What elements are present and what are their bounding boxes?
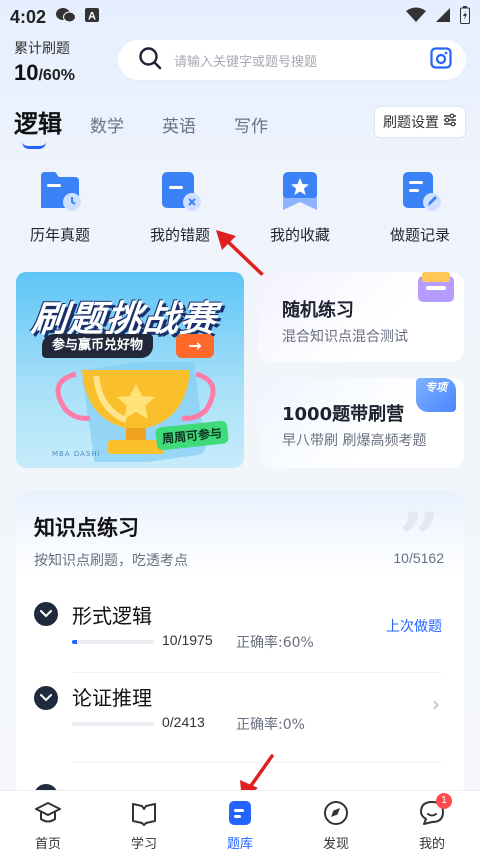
nav-home[interactable]: 首页 xyxy=(8,799,88,852)
nav-label: 题库 xyxy=(226,837,253,852)
quick-history[interactable]: 做题记录 xyxy=(360,168,480,245)
stats-value: 10/60% xyxy=(14,60,75,86)
chevron-right-icon[interactable]: › xyxy=(432,692,440,716)
chevron-down-icon[interactable] xyxy=(34,686,58,710)
chevron-down-icon[interactable] xyxy=(34,602,58,626)
tab-writing[interactable]: 写作 xyxy=(234,112,268,137)
dice-box-icon xyxy=(418,272,454,302)
progress-text: 0/2413 xyxy=(162,714,205,730)
search-icon xyxy=(138,46,162,74)
notification-badge: 1 xyxy=(436,793,452,809)
nav-label: 首页 xyxy=(34,837,61,852)
app-a-icon: A xyxy=(84,7,100,28)
progress-fill xyxy=(72,640,77,644)
card-title: 1000题带刷营 xyxy=(282,404,405,425)
practice-settings-button[interactable]: 刷题设置 xyxy=(374,106,466,138)
nav-question-bank[interactable]: 题库 xyxy=(200,799,280,852)
random-practice-card[interactable]: 随机练习 混合知识点混合测试 xyxy=(258,272,464,362)
nav-label: 发现 xyxy=(322,837,349,852)
chat-face-icon: 1 xyxy=(418,793,452,827)
nav-discover[interactable]: 发现 xyxy=(296,799,376,852)
banner-brand: MBA DASHI xyxy=(52,450,101,458)
bottom-nav: 首页 学习 题库 发现 1 我的 xyxy=(0,790,480,855)
quick-past-exams[interactable]: 历年真题 xyxy=(0,168,120,245)
graduation-cap-icon xyxy=(34,799,62,827)
sliders-icon xyxy=(443,113,457,131)
nav-profile[interactable]: 1 我的 xyxy=(392,793,472,852)
stats-summary: 累计刷题 10/60% xyxy=(14,38,75,86)
card-subtitle: 混合知识点混合测试 xyxy=(282,329,408,345)
settings-label: 刷题设置 xyxy=(383,115,439,131)
folder-clock-icon xyxy=(37,168,83,214)
active-tab-indicator xyxy=(22,142,46,149)
stats-label: 累计刷题 xyxy=(14,41,70,57)
open-book-icon xyxy=(130,799,158,827)
accuracy-text: 正确率:0% xyxy=(236,717,305,733)
tab-math[interactable]: 数学 xyxy=(90,112,124,137)
question-bank-icon xyxy=(226,799,254,827)
arrow-right-icon: → xyxy=(176,334,214,358)
status-time: 4:02 xyxy=(10,6,47,27)
knowledge-item-formal-logic[interactable]: 形式逻辑 10/1975 正确率:60% 上次做题 xyxy=(16,580,464,670)
section-title: 知识点练习 xyxy=(34,516,139,540)
wifi-icon xyxy=(406,7,426,28)
header: 累计刷题 10/60% 请输入关键字或题号搜题 xyxy=(0,34,480,96)
challenge-banner[interactable]: 刷题挑战赛 参与赢币兑好物 → 周周可参与 MBA DASHI xyxy=(16,272,244,468)
knowledge-name: 形式逻辑 xyxy=(72,604,152,628)
progress-text: 10/1975 xyxy=(162,632,213,648)
quick-label: 历年真题 xyxy=(29,226,90,244)
last-practice-link[interactable]: 上次做题 xyxy=(386,616,442,636)
section-count: 10/5162 xyxy=(393,550,444,566)
signal-icon xyxy=(436,7,450,28)
knowledge-item-argument[interactable]: 论证推理 0/2413 正确率:0% › xyxy=(16,674,464,764)
error-book-icon xyxy=(157,168,203,214)
nav-label: 学习 xyxy=(130,837,157,852)
quote-decoration-icon: ” xyxy=(398,496,440,581)
scan-icon[interactable] xyxy=(430,47,452,73)
wechat-icon xyxy=(56,7,77,28)
card-subtitle: 早八带刷 刷爆高频考题 xyxy=(282,433,427,449)
search-input[interactable]: 请输入关键字或题号搜题 xyxy=(118,40,466,80)
compass-icon xyxy=(322,799,350,827)
boot-camp-card[interactable]: 1000题带刷营 早八带刷 刷爆高频考题 专项 xyxy=(258,378,464,468)
search-placeholder: 请输入关键字或题号搜题 xyxy=(174,54,318,70)
tab-english[interactable]: 英语 xyxy=(162,112,196,137)
banner-pill: 参与赢币兑好物 xyxy=(42,334,154,358)
tab-logic[interactable]: 逻辑 xyxy=(14,104,62,139)
badge-text: 专项 xyxy=(425,381,447,394)
star-bookmark-icon xyxy=(277,168,323,214)
card-title: 随机练习 xyxy=(282,300,354,321)
stats-count: 10 xyxy=(14,60,39,85)
battery-icon xyxy=(460,5,470,29)
progress-bar xyxy=(72,640,154,644)
accuracy-text: 正确率:60% xyxy=(236,635,314,651)
nav-study[interactable]: 学习 xyxy=(104,799,184,852)
progress-bar xyxy=(72,722,154,726)
svg-text:A: A xyxy=(88,10,96,22)
section-subtitle: 按知识点刷题，吃透考点 xyxy=(34,553,188,569)
nav-label: 我的 xyxy=(418,837,445,852)
stats-total: /60% xyxy=(38,67,75,84)
divider xyxy=(72,672,442,673)
quick-label: 做题记录 xyxy=(389,226,450,244)
knowledge-name: 论证推理 xyxy=(72,686,152,710)
special-badge: 专项 xyxy=(416,378,456,412)
record-edit-icon xyxy=(397,168,443,214)
status-bar: 4:02 A xyxy=(0,0,480,34)
